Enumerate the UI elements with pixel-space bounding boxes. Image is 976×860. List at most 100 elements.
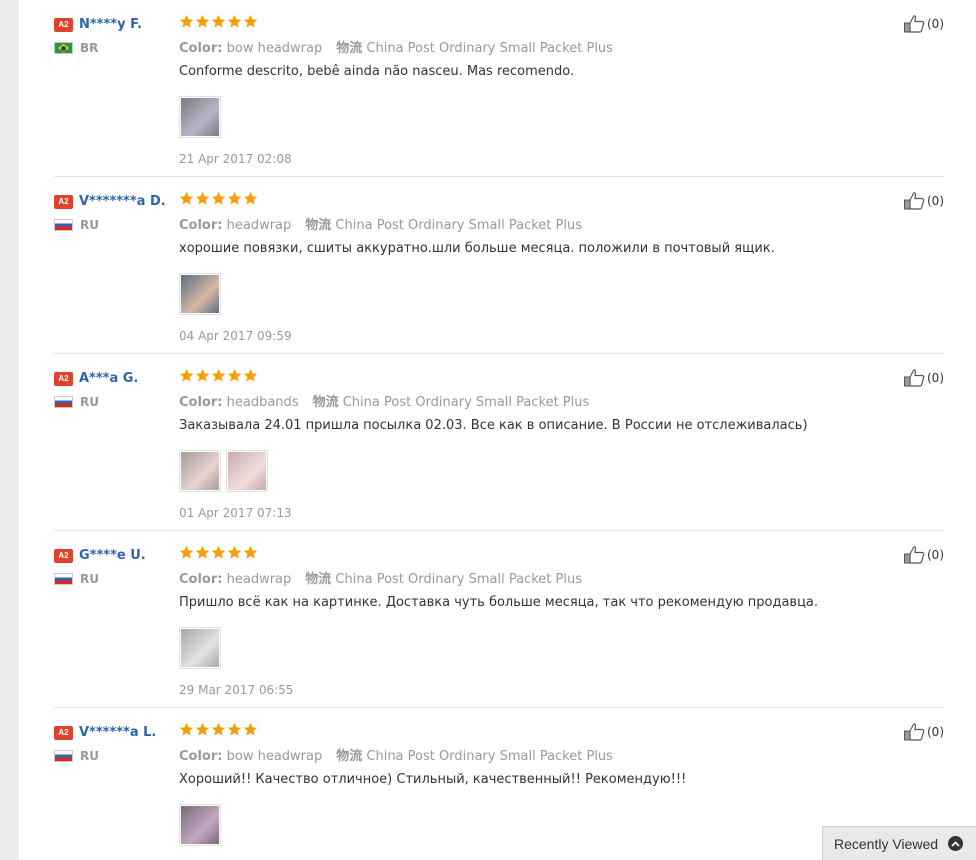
color-value: headwrap bbox=[226, 572, 292, 587]
ru-flag-icon bbox=[54, 750, 73, 762]
review-text: Заказывала 24.01 пришла посылка 02.03. В… bbox=[179, 418, 808, 433]
reviewer-info: A2 G****e U. RU bbox=[54, 545, 179, 586]
star-icon bbox=[179, 368, 194, 383]
star-icon bbox=[211, 191, 226, 206]
color-label: Color: bbox=[179, 41, 223, 56]
country-code: RU bbox=[80, 572, 99, 586]
review-text: Хороший!! Качество отличное) Стильный, к… bbox=[179, 772, 687, 787]
star-icon bbox=[227, 14, 242, 29]
feedback-list: A2 N****y F. BR Color: bow headwrap 物流 China… bbox=[54, 0, 944, 860]
country-code: RU bbox=[80, 395, 99, 409]
helpful-button[interactable]: (0) bbox=[903, 722, 944, 742]
buyer-level-badge: A2 bbox=[54, 725, 73, 740]
shipping-label: 物流 bbox=[336, 749, 363, 764]
review-photo[interactable] bbox=[179, 627, 221, 669]
review-photo[interactable] bbox=[179, 804, 221, 846]
helpful-button[interactable]: (0) bbox=[903, 191, 944, 211]
ru-flag-icon bbox=[54, 573, 73, 585]
review-text: Conforme descrito, bebê ainda não nasceu… bbox=[179, 64, 575, 79]
reviewer-name[interactable]: G****e U. bbox=[79, 548, 146, 563]
review-text: Пришло всё как на картинке. Доставка чут… bbox=[179, 595, 819, 610]
shipping-method: China Post Ordinary Small Packet Plus bbox=[335, 218, 582, 233]
star-rating bbox=[179, 545, 839, 560]
star-icon bbox=[211, 722, 226, 737]
review-content: Color: headwrap 物流 China Post Ordinary Sm… bbox=[179, 545, 839, 697]
star-icon bbox=[211, 545, 226, 560]
helpful-count: (0) bbox=[927, 371, 944, 385]
color-label: Color: bbox=[179, 218, 223, 233]
color-label: Color: bbox=[179, 749, 223, 764]
helpful-button[interactable]: (0) bbox=[903, 14, 944, 34]
review-photo[interactable] bbox=[179, 450, 221, 492]
buyer-level-badge: A2 bbox=[54, 371, 73, 386]
shipping-label: 物流 bbox=[336, 41, 363, 56]
helpful-count: (0) bbox=[927, 194, 944, 208]
order-info: Color: headwrap 物流 China Post Ordinary Sm… bbox=[179, 214, 839, 233]
review-photos bbox=[179, 273, 839, 315]
star-icon bbox=[243, 14, 258, 29]
color-label: Color: bbox=[179, 572, 223, 587]
star-icon bbox=[227, 368, 242, 383]
star-icon bbox=[195, 14, 210, 29]
shipping-method: China Post Ordinary Small Packet Plus bbox=[335, 572, 582, 587]
star-icon bbox=[211, 368, 226, 383]
review-content: Color: bow headwrap 物流 China Post Ordinar… bbox=[179, 722, 839, 860]
reviewer-info: A2 N****y F. BR bbox=[54, 14, 179, 55]
ru-flag-icon bbox=[54, 219, 73, 231]
thumbs-up-icon bbox=[903, 368, 925, 388]
review-photos bbox=[179, 96, 839, 138]
star-icon bbox=[211, 14, 226, 29]
recently-viewed-button[interactable]: Recently Viewed bbox=[822, 826, 976, 860]
review-item: A2 N****y F. BR Color: bow headwrap 物流 China… bbox=[54, 0, 944, 177]
helpful-button[interactable]: (0) bbox=[903, 545, 944, 565]
star-rating bbox=[179, 191, 839, 206]
color-value: bow headwrap bbox=[226, 749, 323, 764]
star-icon bbox=[227, 191, 242, 206]
helpful-button[interactable]: (0) bbox=[903, 368, 944, 388]
reviewer-name[interactable]: V******a L. bbox=[79, 725, 156, 740]
star-icon bbox=[243, 368, 258, 383]
review-photo[interactable] bbox=[179, 273, 221, 315]
buyer-level-badge: A2 bbox=[54, 548, 73, 563]
star-icon bbox=[243, 545, 258, 560]
review-date: 04 Apr 2017 09:59 bbox=[179, 329, 292, 343]
review-photo[interactable] bbox=[179, 96, 221, 138]
helpful-count: (0) bbox=[927, 548, 944, 562]
color-value: bow headwrap bbox=[226, 41, 323, 56]
reviewer-name[interactable]: N****y F. bbox=[79, 17, 142, 32]
star-rating bbox=[179, 14, 839, 29]
country-code: RU bbox=[80, 218, 99, 232]
country-code: BR bbox=[80, 41, 99, 55]
ru-flag-icon bbox=[54, 396, 73, 408]
review-item: A2 V*******a D. RU Color: headwrap 物流 China … bbox=[54, 177, 944, 354]
review-content: Color: headbands 物流 China Post Ordinary S… bbox=[179, 368, 839, 520]
star-icon bbox=[195, 191, 210, 206]
reviewer-name[interactable]: V*******a D. bbox=[79, 194, 166, 209]
star-icon bbox=[179, 14, 194, 29]
star-icon bbox=[227, 722, 242, 737]
color-value: headwrap bbox=[226, 218, 292, 233]
review-photo[interactable] bbox=[226, 450, 268, 492]
reviewer-info: A2 V******a L. RU bbox=[54, 722, 179, 763]
review-item: A2 V******a L. RU Color: bow headwrap 物流 Chi… bbox=[54, 708, 944, 860]
thumbs-up-icon bbox=[903, 545, 925, 565]
thumbs-up-icon bbox=[903, 14, 925, 34]
review-content: Color: bow headwrap 物流 China Post Ordinar… bbox=[179, 14, 839, 166]
buyer-level-badge: A2 bbox=[54, 17, 73, 32]
star-icon bbox=[195, 722, 210, 737]
reviewer-name[interactable]: A***a G. bbox=[79, 371, 138, 386]
br-flag-icon bbox=[54, 42, 73, 54]
buyer-level-badge: A2 bbox=[54, 194, 73, 209]
order-info: Color: bow headwrap 物流 China Post Ordinar… bbox=[179, 37, 839, 56]
review-text: хорошие повязки, сшиты аккуратно.шли бол… bbox=[179, 241, 775, 256]
thumbs-up-icon bbox=[903, 191, 925, 211]
shipping-method: China Post Ordinary Small Packet Plus bbox=[366, 41, 613, 56]
star-icon bbox=[195, 545, 210, 560]
review-date: 21 Apr 2017 02:08 bbox=[179, 152, 292, 166]
thumbs-up-icon bbox=[903, 722, 925, 742]
order-info: Color: bow headwrap 物流 China Post Ordinar… bbox=[179, 745, 839, 764]
chevron-up-icon bbox=[948, 836, 964, 851]
star-icon bbox=[243, 722, 258, 737]
color-label: Color: bbox=[179, 395, 223, 410]
star-icon bbox=[179, 191, 194, 206]
